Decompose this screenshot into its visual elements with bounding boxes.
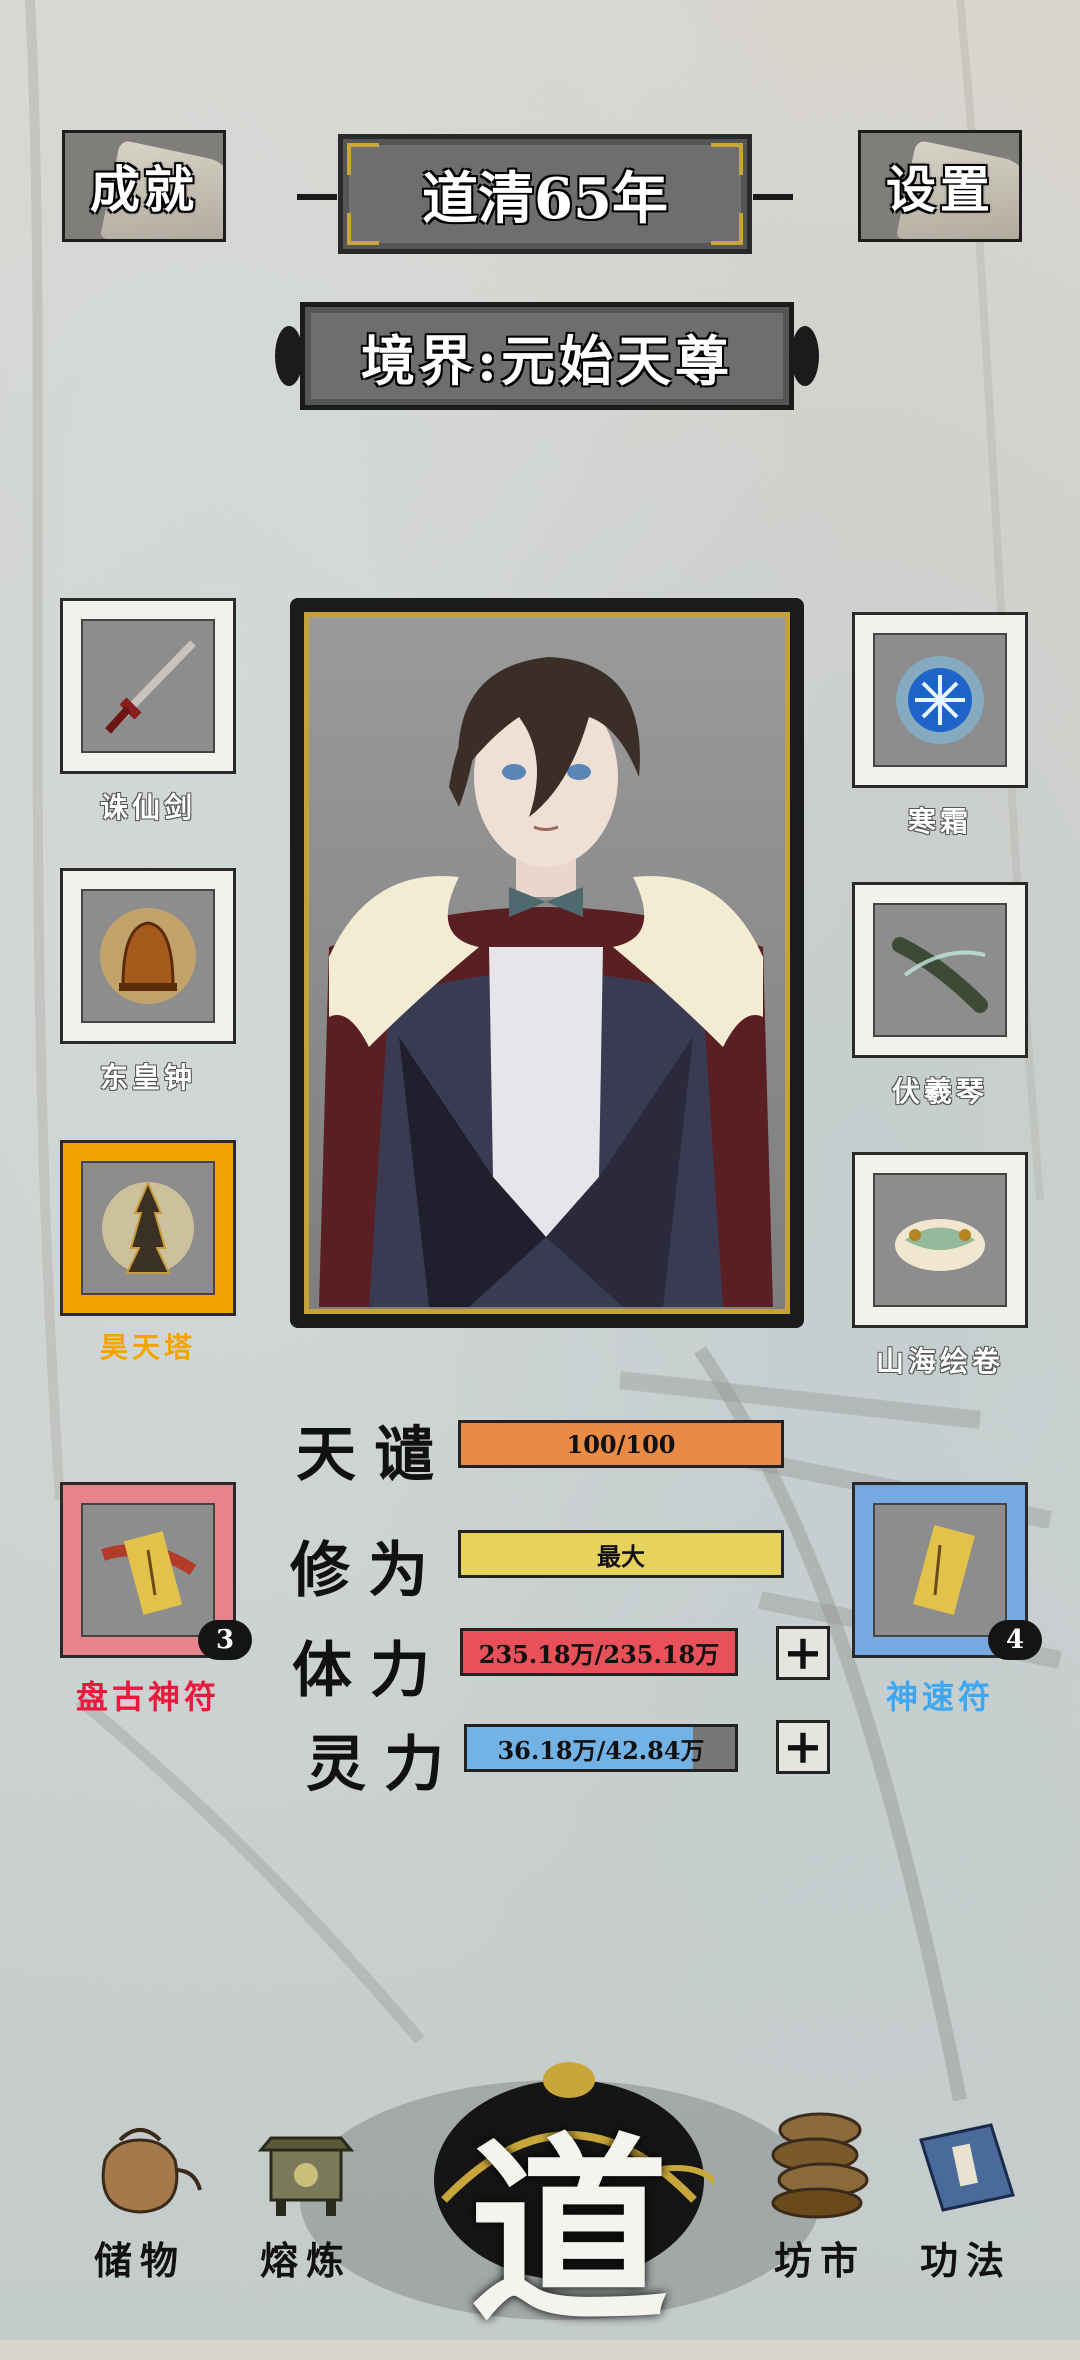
nav-smelt-label: 熔炼	[259, 2238, 352, 2283]
equip-label-right-3: 山海绘卷	[875, 1345, 1004, 1378]
settings-button[interactable]: 设置	[858, 130, 1022, 242]
ornament-icon	[347, 213, 379, 245]
stat-name-tili: 体力	[292, 1636, 448, 1706]
settings-label: 设置	[886, 160, 994, 219]
equip-slot-right-2[interactable]	[852, 882, 1028, 1058]
coins-icon	[771, 2112, 869, 2219]
cauldron-icon	[257, 2136, 355, 2216]
stat-bar-xiuwei: 最大	[458, 1530, 784, 1578]
achievements-button[interactable]: 成就	[62, 130, 226, 242]
scroll-painting-icon	[895, 1219, 985, 1271]
nav-skills[interactable]: 功法	[886, 2110, 1046, 2285]
realm-label: 境界:元始天尊	[361, 328, 733, 393]
zither-icon	[892, 937, 988, 1013]
stat-bar-lingli: 36.18万/42.84万	[464, 1724, 738, 1772]
talisman-icon	[101, 1531, 197, 1615]
equip-slot-right-1[interactable]	[852, 612, 1028, 788]
year-plaque: 道清65年	[297, 134, 793, 254]
talisman-icon	[913, 1524, 975, 1616]
nav-skills-label: 功法	[919, 2238, 1012, 2283]
bell-icon	[100, 908, 196, 1004]
nav-market-label: 坊市	[773, 2238, 866, 2283]
nav-dao-label: 道	[468, 2115, 669, 2350]
talisman-label-right: 神速符	[885, 1678, 994, 1716]
book-icon	[919, 2123, 1015, 2212]
realm-plaque: 境界:元始天尊	[300, 302, 794, 410]
ornament-icon	[711, 143, 743, 175]
equip-label-left-3: 昊天塔	[99, 1331, 196, 1364]
stat-name-tianqian: 天谴	[296, 1420, 452, 1490]
nav-storage[interactable]: 储物	[60, 2110, 220, 2285]
equip-slot-left-1[interactable]	[60, 598, 236, 774]
add-tili-button[interactable]: +	[776, 1626, 830, 1680]
ornament-icon	[711, 213, 743, 245]
equip-slot-left-2[interactable]	[60, 868, 236, 1044]
stat-value-tianqian: 100/100	[566, 1429, 676, 1459]
nav-storage-label: 储物	[93, 2238, 186, 2283]
equip-slot-right-3[interactable]	[852, 1152, 1028, 1328]
frost-orb-icon	[896, 656, 984, 744]
stat-value-lingli: 36.18万/42.84万	[497, 1735, 705, 1765]
stat-value-xiuwei: 最大	[597, 1541, 645, 1571]
pouch-icon	[101, 2128, 202, 2214]
sword-icon	[105, 640, 196, 734]
stat-name-lingli: 灵力	[306, 1730, 462, 1800]
year-label: 道清65年	[422, 165, 668, 232]
stat-bar-tili: 235.18万/235.18万	[460, 1628, 738, 1676]
equip-label-left-2: 东皇钟	[99, 1061, 196, 1094]
equip-label-right-1: 寒霜	[907, 805, 972, 838]
equip-label-right-2: 伏羲琴	[891, 1075, 988, 1108]
stat-name-xiuwei: 修为	[290, 1536, 446, 1606]
nav-market[interactable]: 坊市	[740, 2100, 900, 2285]
equip-slot-left-3[interactable]	[60, 1140, 236, 1316]
ornament-icon	[347, 143, 379, 175]
talisman-count-right: 4	[988, 1620, 1042, 1660]
character-portrait	[319, 657, 773, 1307]
nav-smelt[interactable]: 熔炼	[226, 2110, 386, 2285]
stat-bar-tianqian: 100/100	[458, 1420, 784, 1468]
talisman-count-left: 3	[198, 1620, 252, 1660]
achievements-label: 成就	[90, 160, 198, 219]
pagoda-icon	[102, 1180, 194, 1274]
character-portrait-frame[interactable]	[290, 598, 804, 1328]
nav-dao-button[interactable]: 道	[424, 2050, 714, 2350]
talisman-label-left: 盘古神符	[75, 1678, 220, 1716]
add-lingli-button[interactable]: +	[776, 1720, 830, 1774]
equip-label-left-1: 诛仙剑	[99, 791, 196, 824]
stat-value-tili: 235.18万/235.18万	[478, 1639, 720, 1669]
